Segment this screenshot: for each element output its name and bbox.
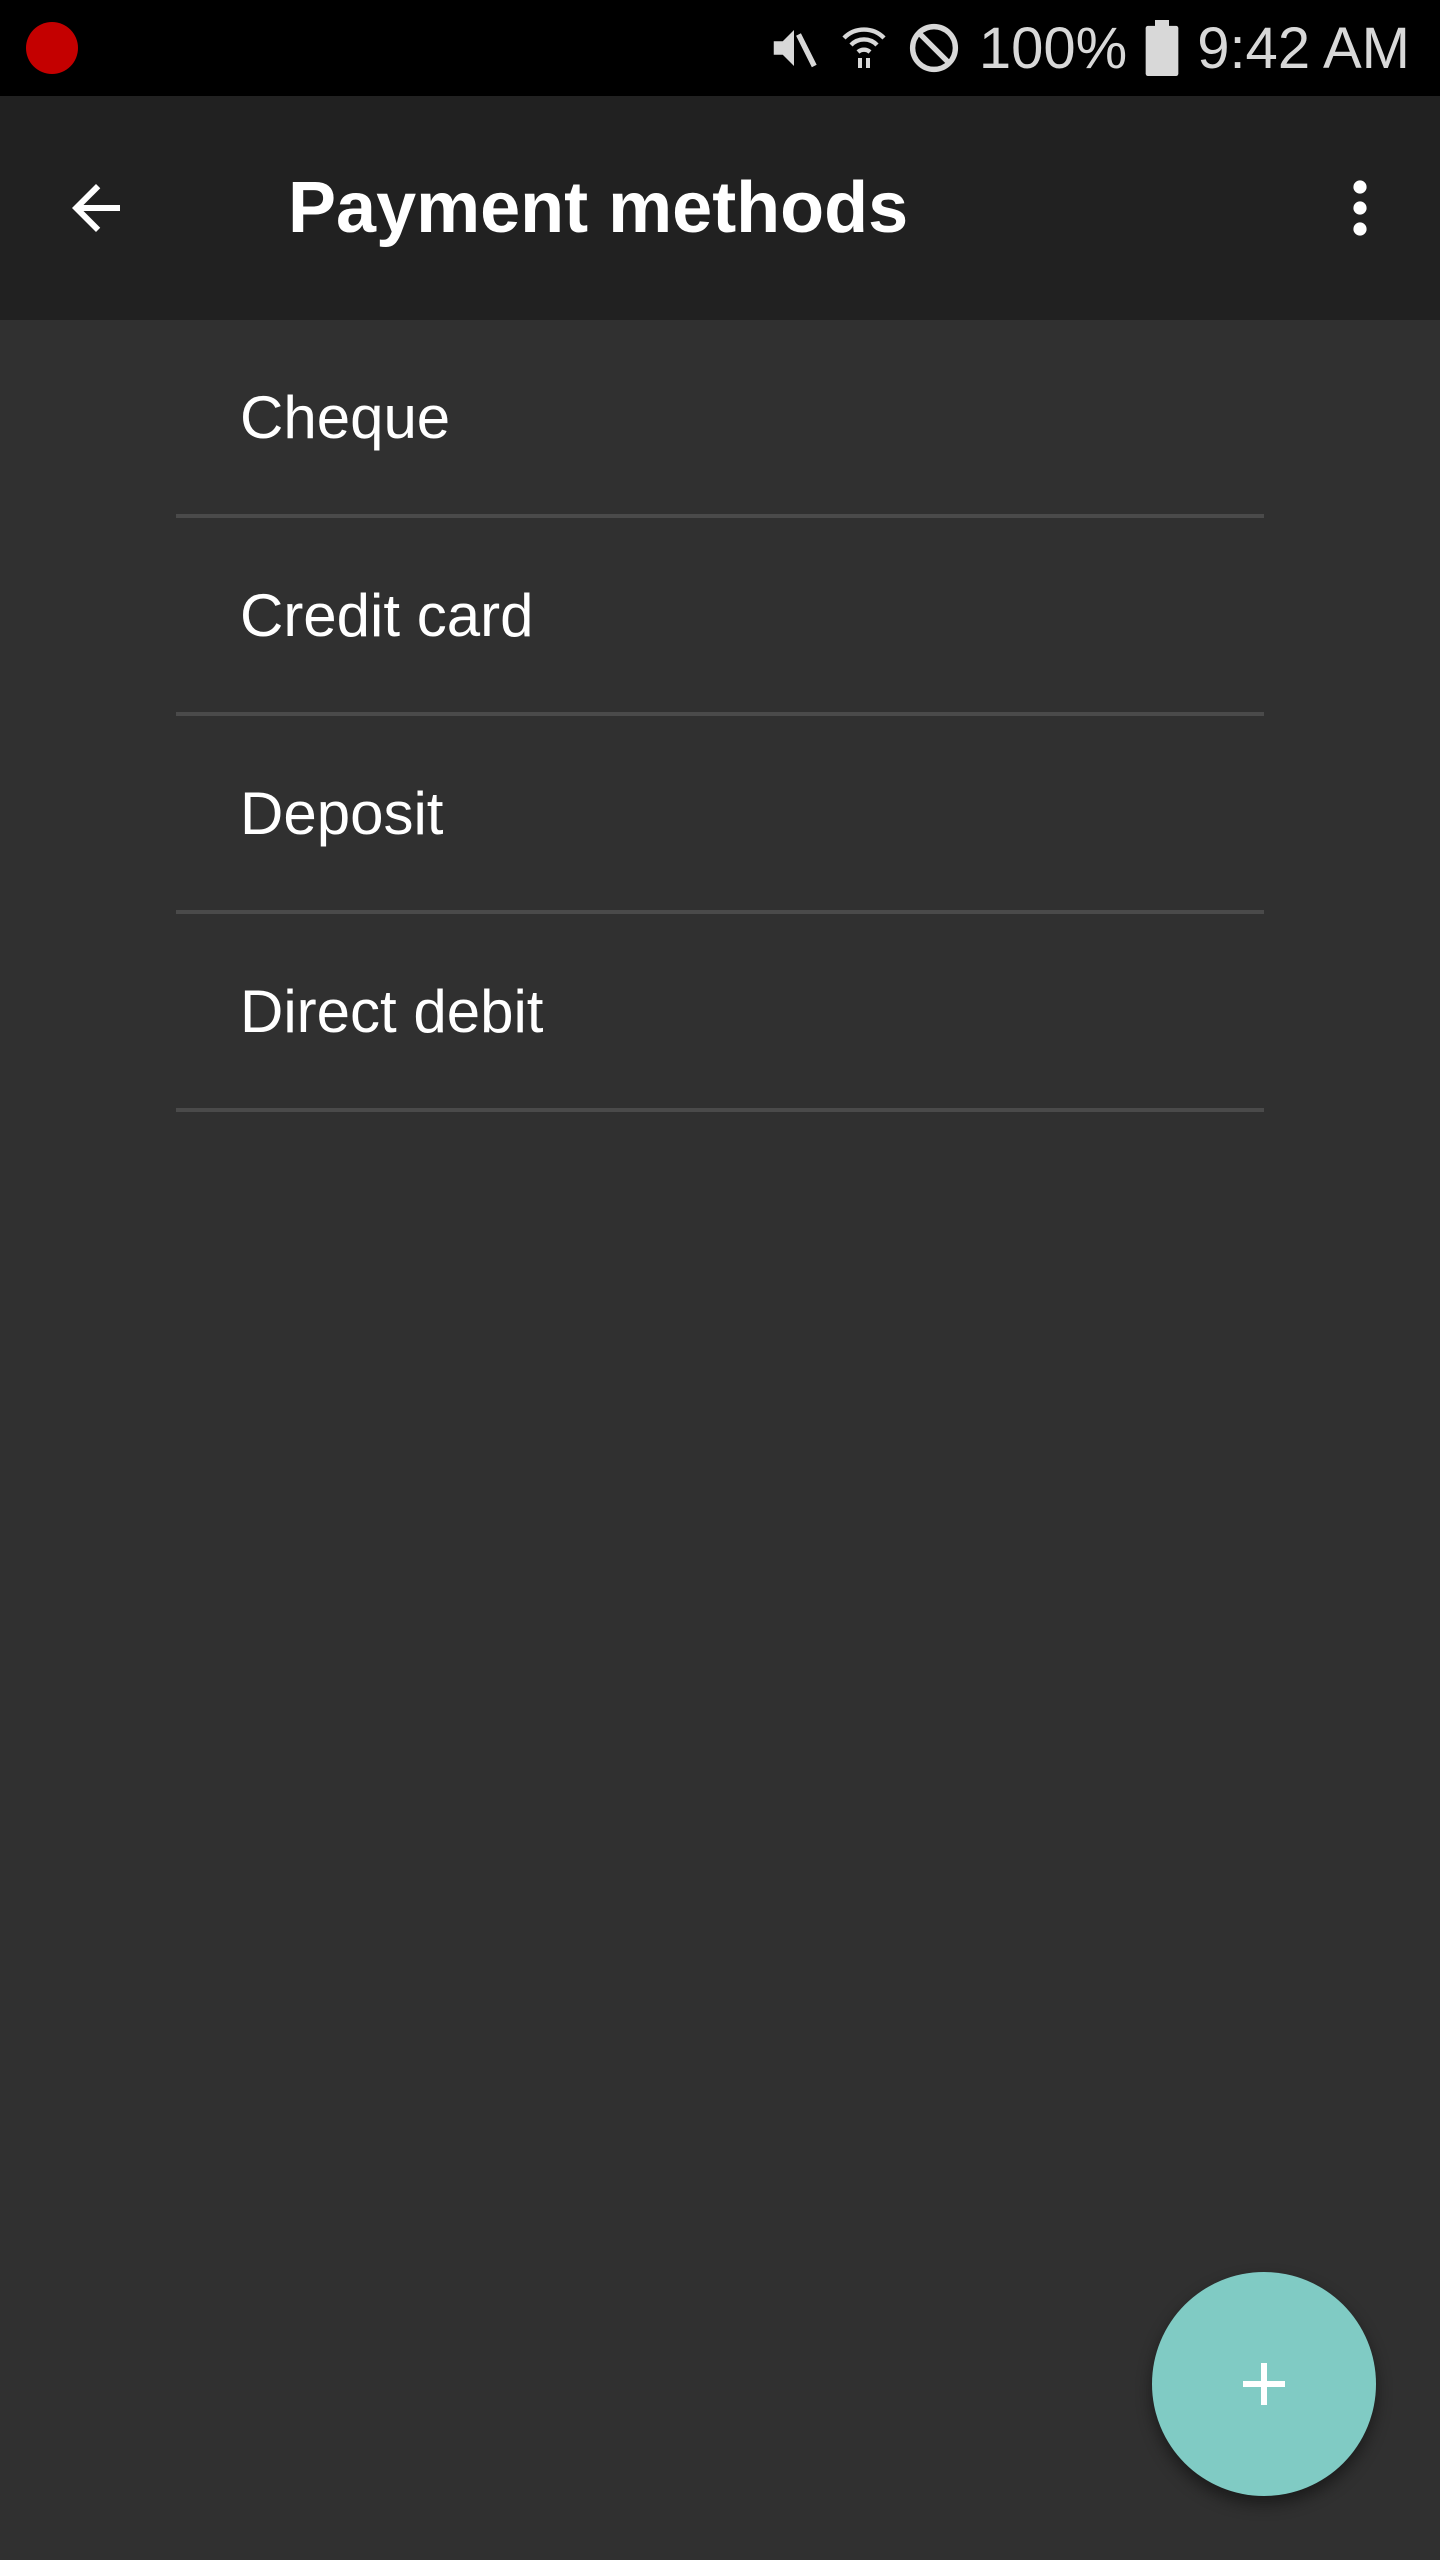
- mute-icon: [767, 21, 821, 75]
- list-item-label: Deposit: [240, 779, 444, 847]
- list-item-cheque[interactable]: Cheque: [176, 320, 1264, 518]
- status-bar: 100% 9:42 AM: [0, 0, 1440, 96]
- list-item-deposit[interactable]: Deposit: [176, 716, 1264, 914]
- more-vert-icon: [1353, 180, 1367, 236]
- overflow-menu-button[interactable]: [1304, 152, 1416, 264]
- battery-percent: 100%: [978, 15, 1128, 81]
- arrow-back-icon: [72, 184, 120, 232]
- list-item-label: Cheque: [240, 383, 451, 451]
- add-payment-method-button[interactable]: [1152, 2272, 1376, 2496]
- back-button[interactable]: [40, 152, 152, 264]
- page-title: Payment methods: [288, 168, 909, 248]
- app-bar: Payment methods: [0, 96, 1440, 320]
- do-not-disturb-icon: [907, 21, 961, 75]
- status-icons: 100% 9:42 AM: [767, 0, 1410, 96]
- wifi-icon: [839, 20, 889, 76]
- recording-dot-icon: [26, 22, 78, 74]
- clock: 9:42 AM: [1197, 15, 1410, 81]
- list-item-label: Direct debit: [240, 977, 544, 1045]
- list-item-label: Credit card: [240, 581, 534, 649]
- plus-icon: [1243, 2363, 1285, 2405]
- list-item-credit-card[interactable]: Credit card: [176, 518, 1264, 716]
- payment-methods-list: Cheque Credit card Deposit Direct debit: [176, 320, 1264, 1112]
- list-item-direct-debit[interactable]: Direct debit: [176, 914, 1264, 1112]
- battery-icon: [1145, 20, 1179, 76]
